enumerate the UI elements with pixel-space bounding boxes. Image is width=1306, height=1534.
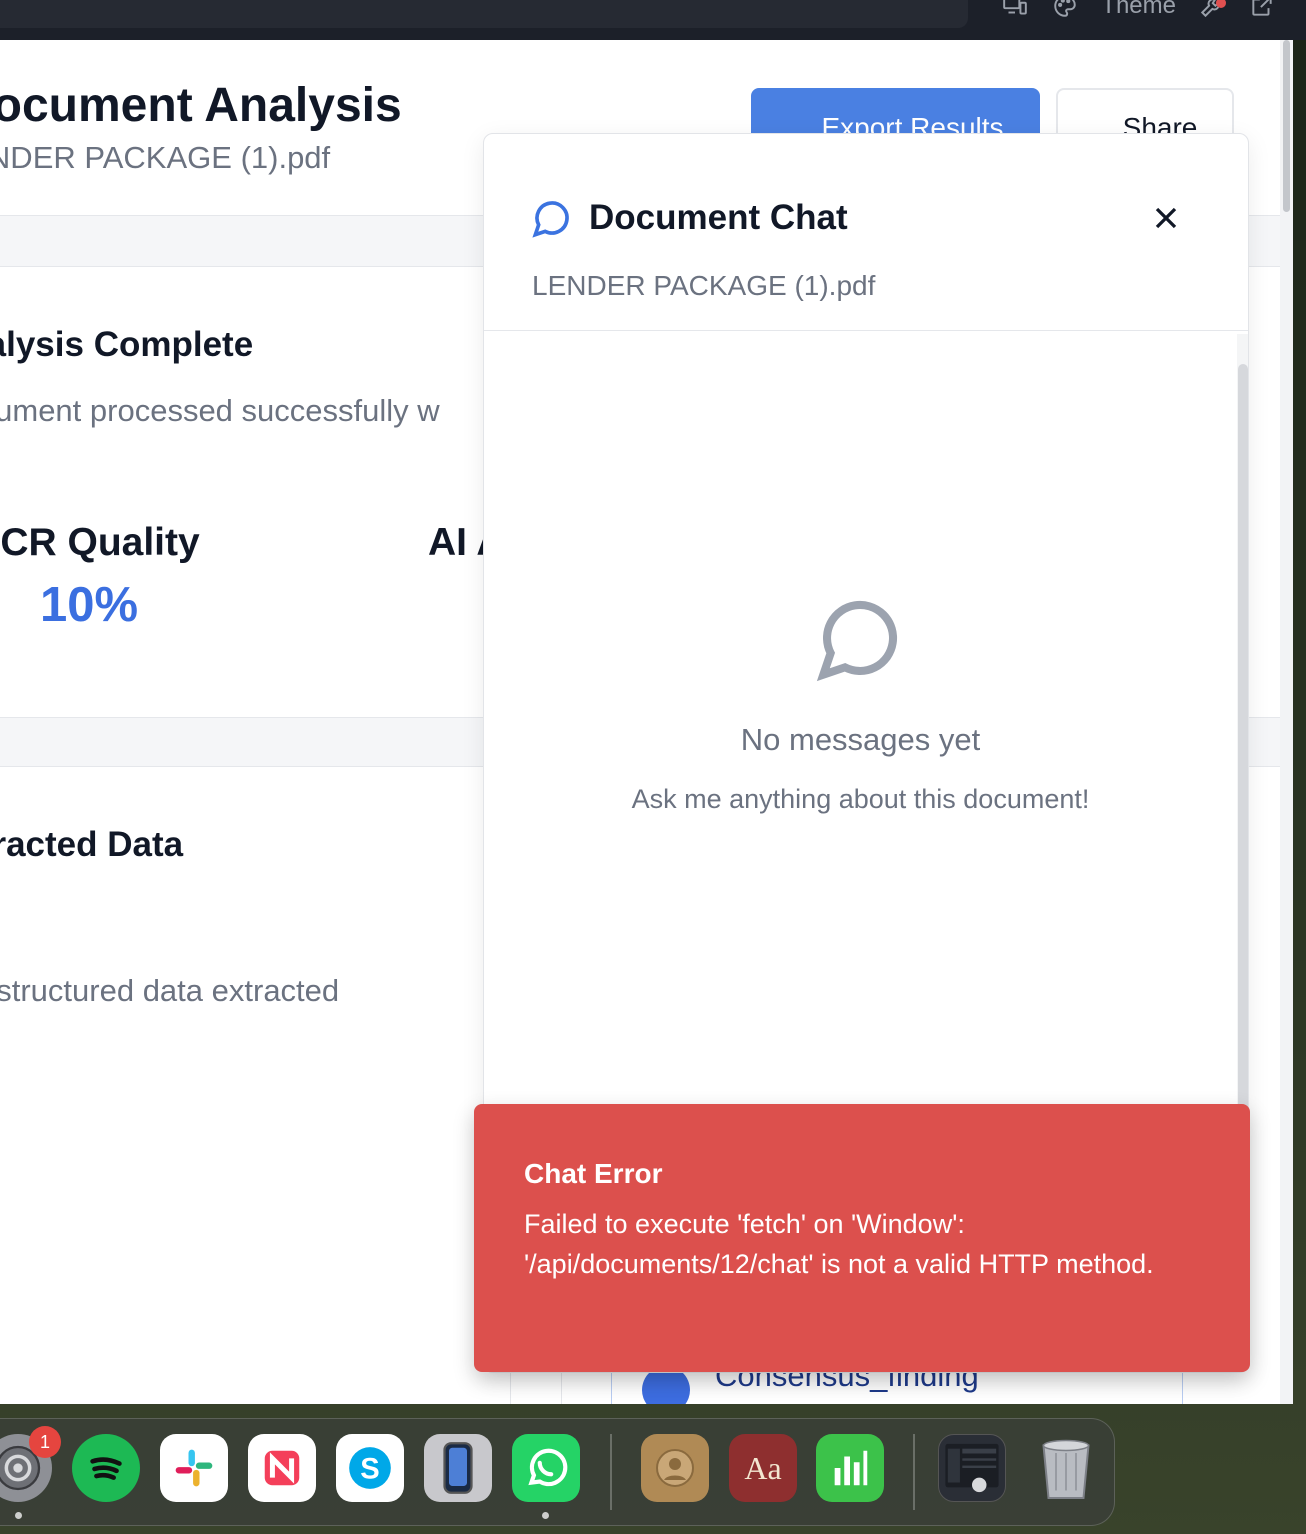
- chat-error-toast[interactable]: Chat Error Failed to execute 'fetch' on …: [474, 1104, 1250, 1372]
- window-scrollbar[interactable]: [1280, 40, 1293, 1404]
- extracted-empty-text: No structured data extracted: [0, 973, 340, 1008]
- news-icon[interactable]: [248, 1434, 316, 1502]
- numbers-icon[interactable]: [816, 1434, 884, 1502]
- toast-title: Chat Error: [524, 1158, 663, 1189]
- running-indicator: [15, 1512, 22, 1519]
- devices-icon[interactable]: [1001, 0, 1029, 20]
- address-strip: [0, 0, 968, 28]
- slack-icon[interactable]: [160, 1434, 228, 1502]
- analysis-card-description: Document processed successfully w: [0, 393, 440, 428]
- extracted-card-title: Extracted Data: [0, 825, 184, 864]
- whatsapp-icon[interactable]: [512, 1434, 580, 1502]
- chat-filename: LENDER PACKAGE (1).pdf: [532, 270, 876, 301]
- running-indicator: [542, 1512, 549, 1519]
- window-preview-icon[interactable]: [938, 1434, 1006, 1502]
- toast-message: Failed to execute 'fetch' on 'Window': '…: [524, 1209, 1154, 1279]
- skype-icon[interactable]: S: [336, 1434, 404, 1502]
- palette-icon[interactable]: [1051, 0, 1079, 20]
- svg-text:S: S: [360, 1453, 379, 1485]
- analysis-card-title: Analysis Complete: [0, 325, 254, 364]
- chat-header: Document Chat LENDER PACKAGE (1).pdf: [484, 134, 1248, 331]
- wrench-icon[interactable]: [1198, 0, 1226, 20]
- dictionary-glyph: Aa: [744, 1449, 782, 1486]
- toolbar-tools: Theme: [1001, 0, 1276, 20]
- empty-chat-subtitle: Ask me anything about this document!: [631, 784, 1090, 814]
- external-link-icon[interactable]: [1248, 0, 1276, 20]
- chat-title: Document Chat: [589, 198, 848, 237]
- settings-badge: 1: [29, 1426, 61, 1458]
- page-title: Document Analysis: [0, 79, 402, 132]
- trash-icon[interactable]: [1032, 1434, 1100, 1502]
- page-subtitle: LENDER PACKAGE (1).pdf: [0, 140, 331, 175]
- dock-separator: [913, 1434, 915, 1510]
- dictionary-icon[interactable]: Aa: [729, 1434, 797, 1502]
- browser-toolbar: Theme: [0, 0, 1306, 40]
- message-circle-icon: [532, 198, 572, 238]
- theme-label[interactable]: Theme: [1101, 0, 1176, 20]
- close-icon[interactable]: [1148, 200, 1184, 236]
- metric-label-ocr: OCR Quality: [0, 521, 200, 564]
- empty-chat-title: No messages yet: [740, 722, 981, 757]
- contacts-icon[interactable]: [641, 1434, 709, 1502]
- empty-chat-icon: [816, 594, 904, 682]
- iphone-mirroring-icon[interactable]: [424, 1434, 492, 1502]
- dock-separator: [610, 1434, 612, 1510]
- metric-value-ocr: 10%: [40, 578, 139, 632]
- spotify-icon[interactable]: [72, 1434, 140, 1502]
